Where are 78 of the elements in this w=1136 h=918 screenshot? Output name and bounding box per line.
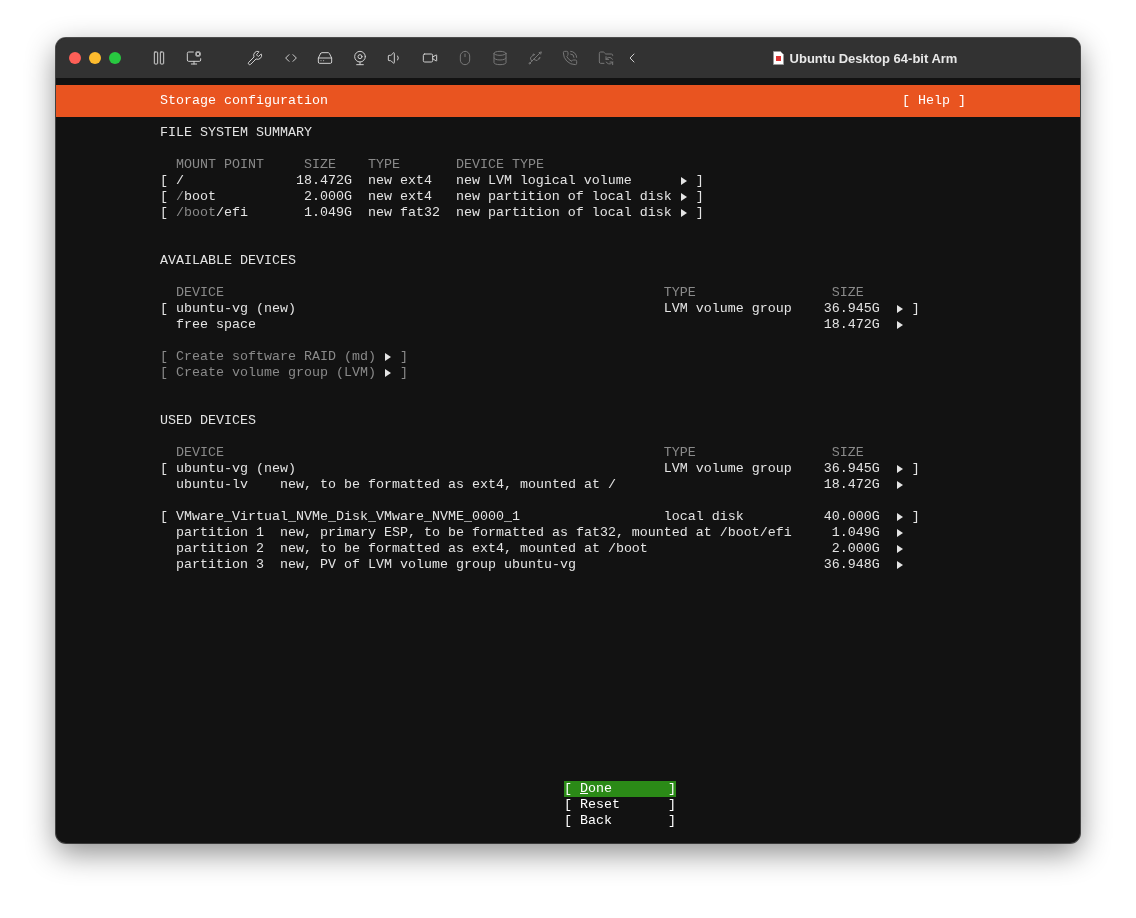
fs-type: new fat32 [367, 205, 440, 220]
column-header: SIZE [831, 285, 864, 300]
section-title: AVAILABLE DEVICES [160, 253, 296, 269]
bracket-text: ] [911, 509, 920, 525]
column-header: TYPE [663, 285, 696, 300]
fs-type: new ext4 [367, 173, 432, 188]
partition-size: 18.472G [823, 477, 880, 492]
partition-description: new, to be formatted as ext4, mounted at / [279, 477, 616, 492]
mount-point[interactable]: / [176, 173, 184, 188]
partition-name[interactable]: partition 1 [176, 525, 264, 540]
partition-size: 18.472G [823, 317, 880, 332]
help-link[interactable]: [ Help ] [902, 93, 966, 109]
column-header: SIZE [303, 157, 336, 172]
column-header: DEVICE [176, 285, 224, 300]
pause-icon[interactable] [151, 50, 167, 66]
bracket-text: ] [695, 173, 704, 189]
bracket-text: ] [911, 461, 920, 477]
webcam-icon[interactable] [352, 50, 368, 66]
monitor-gear-icon[interactable] [186, 50, 202, 66]
column-header: SIZE [831, 445, 864, 460]
bracket-text: [ [160, 301, 168, 316]
minimize-button[interactable] [89, 52, 101, 64]
bracket-text: [ [160, 173, 168, 188]
window-title: Ubuntu Desktop 64-bit Arm [789, 50, 958, 66]
bracket-text: [ [160, 189, 168, 204]
bracket-text: ] [399, 365, 408, 381]
device-size: 40.000G [823, 509, 880, 524]
column-header: TYPE [367, 157, 400, 172]
device-name[interactable]: ubuntu-vg (new) [176, 301, 296, 316]
bracket-text: ] [695, 205, 704, 221]
fs-type: new ext4 [367, 189, 432, 204]
bracket-text: [ [160, 205, 168, 220]
partition-description: new, to be formatted as ext4, mounted at /boot [279, 541, 648, 556]
bracket-text: ] [911, 301, 920, 317]
device-type: local disk [663, 509, 744, 524]
device-type: new partition of local disk [455, 189, 672, 204]
bracket-text: [ [160, 509, 168, 524]
wrench-icon[interactable] [247, 50, 263, 66]
close-button[interactable] [69, 52, 81, 64]
section-title: FILE SYSTEM SUMMARY [160, 125, 312, 141]
device-type: LVM volume group [663, 461, 792, 476]
bracket-text: ] [399, 349, 408, 365]
screen-title: Storage configuration [160, 93, 328, 109]
column-header: DEVICE [176, 445, 224, 460]
column-header: TYPE [663, 445, 696, 460]
bracket-text: ] [695, 189, 704, 205]
partition-name[interactable]: partition 2 [176, 541, 264, 556]
section-title: USED DEVICES [160, 413, 256, 429]
device-size: 36.945G [823, 461, 880, 476]
column-header: MOUNT POINT [176, 157, 264, 172]
partition-description: new, primary ESP, to be formatted as fat32, mounted at /boot/efi [279, 525, 792, 540]
partition-description: new, PV of LVM volume group ubuntu-vg [279, 557, 576, 572]
device-name[interactable]: VMware_Virtual_NVMe_Disk_VMware_NVME_0000_1 [176, 509, 520, 524]
partition-name[interactable]: ubuntu-lv [176, 477, 248, 492]
size-value: 2.000G [303, 189, 352, 204]
mount-point[interactable]: /boot [176, 189, 216, 204]
device-name[interactable]: ubuntu-vg (new) [176, 461, 296, 476]
zoom-button[interactable] [109, 52, 121, 64]
device-type: LVM volume group [663, 301, 792, 316]
document-icon [772, 51, 784, 65]
hard-drive-icon[interactable] [317, 50, 333, 66]
device-type: new partition of local disk [455, 205, 672, 220]
size-value: 1.049G [303, 205, 352, 220]
partition-name[interactable]: free space [176, 317, 256, 332]
partition-size: 2.000G [831, 541, 880, 556]
partition-size: 1.049G [831, 525, 880, 540]
partition-size: 36.948G [823, 557, 880, 572]
device-type: new LVM logical volume [455, 173, 632, 188]
menu-button[interactable]: [ Done ] [564, 781, 676, 797]
device-size: 36.945G [823, 301, 880, 316]
partition-name[interactable]: partition 3 [176, 557, 264, 572]
video-camera-icon[interactable] [422, 50, 438, 66]
menu-button[interactable]: [ Back ] [564, 813, 676, 829]
column-header: DEVICE TYPE [455, 157, 544, 172]
size-value: 18.472G [295, 173, 352, 188]
mount-point[interactable]: /boot/efi [176, 205, 248, 220]
menu-button[interactable]: [ Reset ] [564, 797, 676, 813]
bracket-text: [ [160, 461, 168, 476]
